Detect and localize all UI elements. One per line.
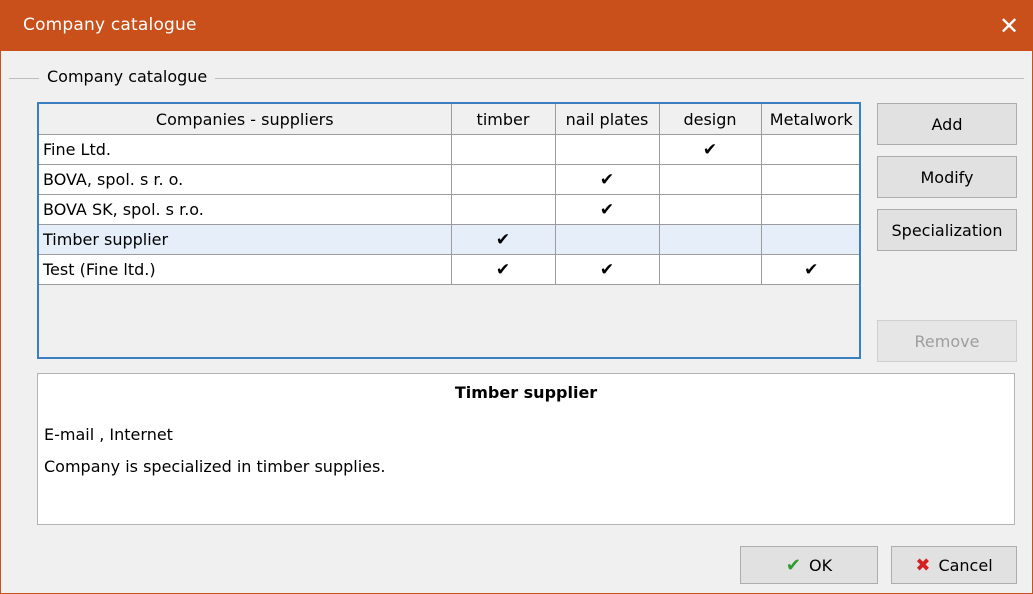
company-detail-panel: Timber supplier E-mail , Internet Compan… (37, 373, 1015, 525)
timber-check-cell[interactable] (450, 194, 556, 225)
table-header-row: Companies - suppliers timber nail plates… (39, 104, 859, 135)
design-check-cell[interactable] (658, 254, 762, 285)
company-name-cell[interactable]: BOVA, spol. s r. o. (39, 164, 452, 195)
company-name-cell[interactable]: Fine Ltd. (39, 134, 452, 165)
close-icon[interactable]: ✕ (986, 1, 1032, 51)
timber-check-cell[interactable] (450, 164, 556, 195)
timber-check-cell[interactable] (450, 134, 556, 165)
group-label: Company catalogue (39, 67, 216, 86)
column-header-metalwork[interactable]: Metalwork (760, 104, 859, 135)
detail-title: Timber supplier (454, 383, 598, 402)
design-check-cell[interactable] (658, 164, 762, 195)
companies-grid[interactable]: Companies - suppliers timber nail plates… (37, 102, 861, 359)
specialization-button[interactable]: Specialization (877, 209, 1017, 251)
detail-contact: E-mail , Internet (44, 425, 173, 444)
column-header-design[interactable]: design (658, 104, 762, 135)
metalwork-check-cell[interactable] (760, 164, 859, 195)
table-row[interactable]: Fine Ltd. ✔ (39, 134, 859, 165)
cancel-button[interactable]: ✖ Cancel (891, 546, 1017, 584)
company-name-cell[interactable]: Timber supplier (39, 224, 452, 255)
design-check-cell[interactable]: ✔ (658, 134, 762, 165)
design-check-cell[interactable] (658, 224, 762, 255)
add-button[interactable]: Add (877, 103, 1017, 145)
metalwork-check-cell[interactable] (760, 224, 859, 255)
title-bar: Company catalogue ✕ (1, 1, 1032, 51)
design-check-cell[interactable] (658, 194, 762, 225)
cancel-x-icon: ✖ (915, 554, 931, 576)
detail-description: Company is specialized in timber supplie… (44, 457, 386, 476)
metalwork-check-cell[interactable]: ✔ (760, 254, 859, 285)
company-name-cell[interactable]: BOVA SK, spol. s r.o. (39, 194, 452, 225)
table-row[interactable]: BOVA SK, spol. s r.o. ✔ (39, 194, 859, 225)
remove-button[interactable]: Remove (877, 320, 1017, 362)
ok-button-label: OK (809, 555, 833, 575)
checkmark-icon: ✔ (785, 554, 801, 576)
column-header-companies[interactable]: Companies - suppliers (39, 104, 452, 135)
nail-plates-check-cell[interactable] (554, 134, 660, 165)
nail-plates-check-cell[interactable]: ✔ (554, 194, 660, 225)
modify-button[interactable]: Modify (877, 156, 1017, 198)
nail-plates-check-cell[interactable]: ✔ (554, 254, 660, 285)
table-row[interactable]: Test (Fine ltd.) ✔ ✔ ✔ (39, 254, 859, 285)
table-row-selected[interactable]: Timber supplier ✔ (39, 224, 859, 255)
company-catalogue-dialog: Company catalogue ✕ Company catalogue Co… (0, 0, 1033, 594)
company-name-cell[interactable]: Test (Fine ltd.) (39, 254, 452, 285)
nail-plates-check-cell[interactable]: ✔ (554, 164, 660, 195)
metalwork-check-cell[interactable] (760, 194, 859, 225)
timber-check-cell[interactable]: ✔ (450, 254, 556, 285)
ok-button[interactable]: ✔ OK (740, 546, 878, 584)
timber-check-cell[interactable]: ✔ (450, 224, 556, 255)
nail-plates-check-cell[interactable] (554, 224, 660, 255)
table-row[interactable]: BOVA, spol. s r. o. ✔ (39, 164, 859, 195)
column-header-nail-plates[interactable]: nail plates (554, 104, 660, 135)
companies-table: Companies - suppliers timber nail plates… (39, 104, 859, 285)
window-title: Company catalogue (23, 15, 197, 35)
cancel-button-label: Cancel (938, 555, 993, 575)
column-header-timber[interactable]: timber (450, 104, 556, 135)
metalwork-check-cell[interactable] (760, 134, 859, 165)
